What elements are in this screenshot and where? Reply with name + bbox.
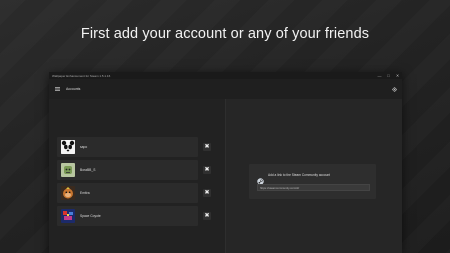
app-header: Accounts: [49, 79, 402, 99]
account-row[interactable]: Space Coyote: [57, 206, 198, 226]
maximize-button[interactable]: □: [384, 72, 393, 79]
window-controls: — □ ✕: [375, 72, 402, 79]
goblin-avatar-icon: [61, 163, 75, 177]
window-titlebar: Wallpaper Enhancement for Steam 1.5.1.16…: [49, 72, 402, 79]
hamburger-menu-icon[interactable]: [49, 87, 65, 91]
account-name: Emitra: [80, 191, 90, 195]
pixel-avatar-icon: [61, 209, 75, 223]
steam-profile-url-input[interactable]: https://steamcommunity.com/id/: [257, 184, 370, 191]
account-row[interactable]: Emitra: [57, 183, 198, 203]
minimize-button[interactable]: —: [375, 72, 384, 79]
close-window-button[interactable]: ✕: [393, 72, 402, 79]
page-headline: First add your account or any of your fr…: [80, 26, 370, 42]
account-row[interactable]: sapo: [57, 137, 198, 157]
remove-account-button[interactable]: ✖: [203, 212, 211, 220]
remove-account-button[interactable]: ✖: [203, 166, 211, 174]
monkey-avatar-icon: [61, 186, 75, 200]
account-name: BoraBB_S: [80, 168, 96, 172]
window-title: Wallpaper Enhancement for Steam 1.5.1.16: [52, 73, 111, 78]
remove-account-button[interactable]: ✖: [203, 143, 211, 151]
settings-gear-icon[interactable]: [389, 79, 399, 99]
add-steam-link-panel: Add a link to the Steam Community accoun…: [249, 164, 376, 199]
panda-avatar-icon: [61, 140, 75, 154]
account-name: Space Coyote: [80, 214, 101, 218]
account-row[interactable]: BoraBB_S: [57, 160, 198, 180]
remove-account-button[interactable]: ✖: [203, 189, 211, 197]
steam-link-label: Add a link to the Steam Community accoun…: [268, 173, 331, 177]
account-name: sapo: [80, 145, 88, 149]
steam-logo-icon: [257, 172, 264, 185]
page-title: Accounts: [66, 87, 81, 91]
